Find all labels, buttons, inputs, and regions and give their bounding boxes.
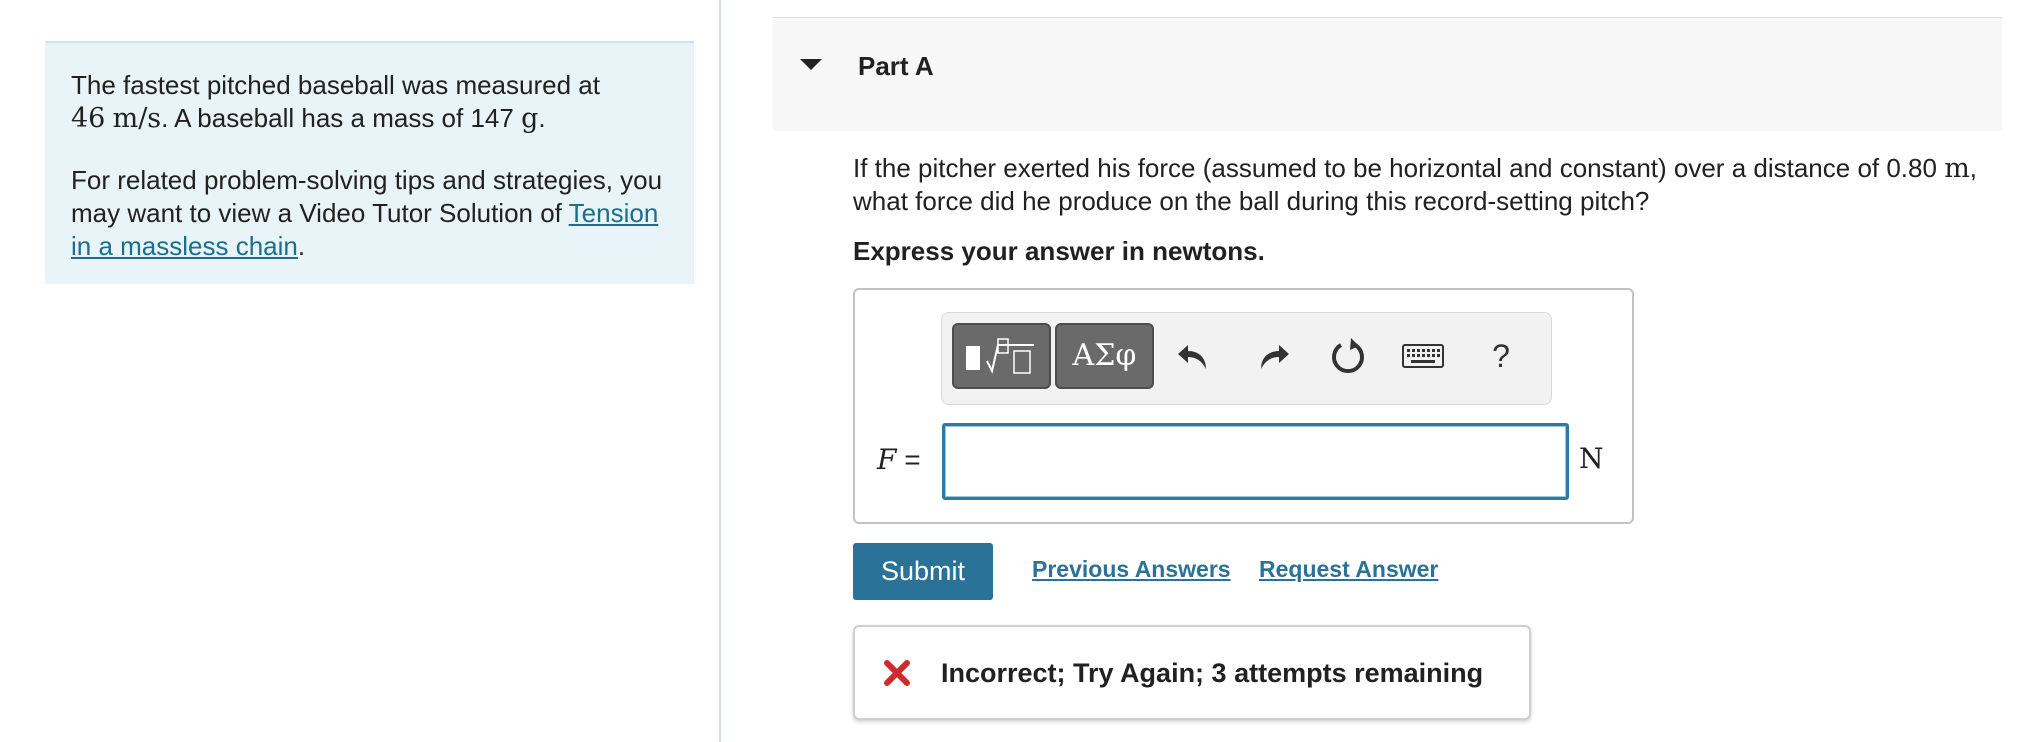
incorrect-x-icon: [884, 660, 910, 686]
page: The fastest pitched baseball was measure…: [0, 0, 2038, 742]
tips-paragraph: For related problem-solving tips and str…: [71, 164, 668, 263]
templates-button[interactable]: [952, 323, 1051, 389]
keyboard-icon[interactable]: [1400, 333, 1446, 379]
answer-instruction: Express your answer in newtons.: [853, 236, 1265, 266]
reset-icon[interactable]: [1325, 333, 1371, 379]
greek-symbols-button[interactable]: ΑΣφ: [1055, 323, 1154, 389]
collapse-caret-icon[interactable]: [800, 59, 822, 70]
feedback-box: Incorrect; Try Again; 3 attempts remaini…: [853, 625, 1531, 720]
templates-icon: [966, 338, 1034, 374]
part-header[interactable]: Part A: [773, 17, 2002, 131]
question-text-1: If the pitcher exerted his force (assume…: [853, 153, 1937, 183]
redo-icon[interactable]: [1249, 333, 1295, 379]
submit-button[interactable]: Submit: [853, 543, 993, 600]
column-divider: [719, 0, 721, 742]
part-title: Part A: [858, 51, 934, 81]
answer-input[interactable]: [942, 423, 1569, 500]
mass-text: . A baseball has a mass of 147: [161, 103, 514, 133]
request-answer-link[interactable]: Request Answer: [1259, 556, 1438, 583]
tips-end: .: [297, 231, 306, 261]
speed-unit: m/s: [112, 103, 162, 134]
speed-value: 46: [71, 103, 106, 134]
help-button[interactable]: ?: [1478, 333, 1524, 379]
answer-box: ΑΣφ ? F = N: [853, 288, 1634, 524]
previous-answers-link[interactable]: Previous Answers: [1032, 556, 1231, 583]
answer-variable-label: F =: [877, 443, 921, 476]
answer-equals: =: [896, 444, 921, 475]
problem-statement: The fastest pitched baseball was measure…: [71, 70, 600, 134]
question-text: If the pitcher exerted his force (assume…: [853, 152, 1993, 217]
answer-unit: N: [1579, 442, 1604, 475]
feedback-message: Incorrect; Try Again; 3 attempts remaini…: [941, 658, 1484, 688]
undo-icon[interactable]: [1172, 333, 1218, 379]
question-unit: m: [1944, 153, 1970, 184]
mass-unit: g: [521, 103, 539, 134]
answer-variable: F: [877, 443, 897, 476]
problem-intro-text: The fastest pitched baseball was measure…: [71, 70, 600, 100]
problem-intro-panel: The fastest pitched baseball was measure…: [45, 41, 694, 284]
math-toolbar: ΑΣφ ?: [941, 312, 1552, 405]
